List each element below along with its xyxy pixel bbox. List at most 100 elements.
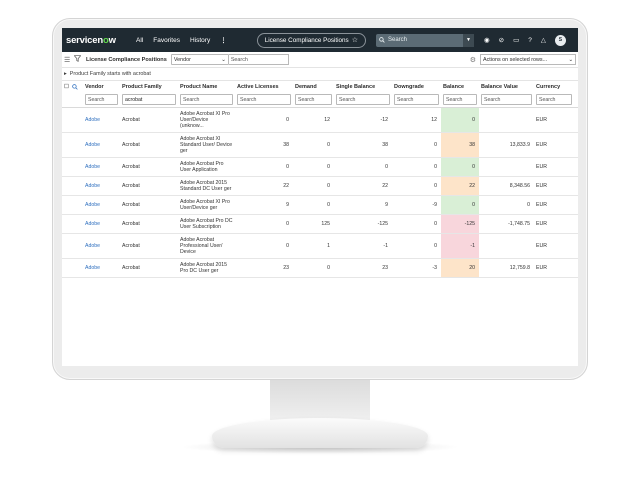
bell-icon[interactable]: △: [541, 36, 546, 44]
row-product-name: Adobe Acrobat XI Pro User/Device (unknow…: [180, 111, 230, 129]
row-vendor-link[interactable]: Adobe: [83, 180, 120, 192]
row-vendor-link[interactable]: Adobe: [83, 240, 120, 252]
filter-name-input[interactable]: Search: [180, 94, 233, 105]
compliance-table: ☐ Vendor Product Family Product Name Act…: [62, 81, 578, 278]
field-select[interactable]: Vendor ⌄: [170, 54, 229, 65]
globe-icon[interactable]: ◉: [484, 36, 490, 44]
avatar[interactable]: S: [554, 34, 566, 46]
table-row[interactable]: Adobe Acrobat Adobe Acrobat Professional U…: [62, 234, 578, 259]
row-single-balance: -12: [380, 117, 389, 123]
column-header-vendor[interactable]: Vendor: [83, 84, 120, 90]
row-product-family: Acrobat: [122, 243, 140, 249]
row-product-family: Acrobat: [122, 142, 140, 148]
nav-history[interactable]: History: [190, 37, 210, 44]
servicenow-logo[interactable]: servicenow: [62, 35, 136, 46]
row-balance-value: 0: [527, 202, 530, 208]
filter-downgrade-input[interactable]: Search: [394, 94, 439, 105]
page-title-pill[interactable]: License Compliance Positions ☆: [256, 32, 366, 48]
nav-all[interactable]: All: [136, 37, 143, 44]
row-single-balance: 0: [385, 164, 388, 170]
column-header-product-family[interactable]: Product Family: [120, 84, 178, 90]
row-product-name: Adobe Acrobat 2015 Standard DC User ger: [180, 180, 232, 192]
row-balance-value: [479, 164, 534, 170]
chat-icon[interactable]: ▭: [513, 36, 519, 44]
row-vendor-link[interactable]: Adobe: [83, 218, 120, 230]
filter-balance-input[interactable]: Search: [443, 94, 477, 105]
row-single-balance: 23: [382, 265, 388, 271]
table-row[interactable]: Adobe Acrobat Adobe Acrobat Pro DC User Su…: [62, 215, 578, 234]
list-toolbar: ☰ License Compliance Positions Vendor ⌄ …: [62, 52, 578, 68]
column-header-downgrade[interactable]: Downgrade: [392, 84, 441, 90]
link-icon[interactable]: ⊘: [499, 36, 504, 44]
row-active-licenses: 9: [286, 202, 289, 208]
funnel-icon[interactable]: [73, 55, 86, 64]
filter-single-input[interactable]: Search: [336, 94, 390, 105]
header-tools: ☐: [62, 84, 83, 90]
breadcrumb-filter[interactable]: Product Family starts with acrobat: [70, 71, 151, 77]
top-icon-group: ◉ ⊘ ▭ ? △ S: [484, 34, 566, 46]
row-active-licenses: 0: [286, 243, 289, 249]
column-header-single-balance[interactable]: Single Balance: [334, 84, 392, 90]
row-balance: 0: [441, 196, 479, 214]
row-vendor-link[interactable]: Adobe: [83, 262, 120, 274]
column-header-demand[interactable]: Demand: [293, 84, 334, 90]
filter-family-input[interactable]: acrobat: [122, 94, 176, 105]
column-header-active-licenses[interactable]: Active Licenses: [235, 84, 293, 90]
row-active-licenses: 38: [283, 142, 289, 148]
row-balance: 38: [441, 133, 479, 157]
row-product-name: Adobe Acrobat XI Standard User/ Device g…: [180, 136, 233, 154]
actions-select[interactable]: Actions on selected rows... ⌄: [480, 54, 576, 65]
row-balance-value: [479, 117, 534, 123]
row-demand: 0: [327, 142, 330, 148]
table-row[interactable]: Adobe Acrobat Adobe Acrobat Pro User Appli…: [62, 158, 578, 177]
column-header-product-name[interactable]: Product Name: [178, 84, 235, 90]
row-active-licenses: 0: [286, 117, 289, 123]
filter-active-input[interactable]: Search: [237, 94, 291, 105]
table-row[interactable]: Adobe Acrobat Adobe Acrobat XI Pro User/De…: [62, 108, 578, 133]
row-active-licenses: 22: [283, 183, 289, 189]
row-vendor-link[interactable]: Adobe: [83, 199, 120, 211]
column-header-balance-value[interactable]: Balance Value: [479, 84, 534, 90]
filter-vendor-input[interactable]: Search: [85, 94, 118, 105]
row-product-name: Adobe Acrobat Professional User/ Device: [180, 237, 223, 255]
table-header-row: ☐ Vendor Product Family Product Name Act…: [62, 81, 578, 92]
filter-currency-input[interactable]: Search: [536, 94, 572, 105]
table-row[interactable]: Adobe Acrobat Adobe Acrobat 2015 Pro DC Us…: [62, 259, 578, 278]
row-currency: EUR: [536, 164, 547, 170]
table-row[interactable]: Adobe Acrobat Adobe Acrobat 2015 Standard …: [62, 177, 578, 196]
row-currency: EUR: [536, 142, 547, 148]
row-single-balance: -125: [377, 221, 388, 227]
filter-demand-input[interactable]: Search: [295, 94, 332, 105]
row-demand: 0: [327, 202, 330, 208]
column-header-balance[interactable]: Balance: [441, 84, 479, 90]
global-search-input[interactable]: Search: [388, 37, 460, 43]
row-vendor-link[interactable]: Adobe: [83, 114, 120, 126]
row-product-family: Acrobat: [122, 221, 140, 227]
row-demand: 0: [327, 183, 330, 189]
list-search-input[interactable]: Search: [228, 54, 289, 65]
row-single-balance: 22: [382, 183, 388, 189]
nav-more-icon[interactable]: ⋮: [220, 36, 227, 44]
actions-select-value: Actions on selected rows...: [483, 56, 548, 63]
global-search[interactable]: Search ▼: [376, 33, 474, 47]
filter-balance-value-input[interactable]: Search: [481, 94, 532, 105]
help-icon[interactable]: ?: [528, 37, 532, 44]
table-row[interactable]: Adobe Acrobat Adobe Acrobat XI Standard Us…: [62, 133, 578, 158]
breadcrumb[interactable]: ▸ Product Family starts with acrobat: [62, 68, 578, 81]
gear-icon[interactable]: ⚙: [470, 56, 476, 64]
nav-favorites[interactable]: Favorites: [153, 37, 180, 44]
table-row[interactable]: Adobe Acrobat Adobe Acrobat XI Pro User/De…: [62, 196, 578, 215]
row-vendor-link[interactable]: Adobe: [83, 161, 120, 173]
row-balance: -1: [441, 234, 479, 258]
hamburger-icon[interactable]: ☰: [64, 56, 74, 64]
row-product-name: Adobe Acrobat Pro User Application: [180, 161, 224, 173]
chevron-down-icon[interactable]: ▼: [463, 33, 474, 47]
search-icon[interactable]: [72, 83, 78, 90]
row-product-name: Adobe Acrobat XI Pro User/Device ger: [180, 199, 230, 211]
settings-icon[interactable]: ☐: [64, 84, 69, 90]
row-vendor-link[interactable]: Adobe: [83, 139, 120, 151]
top-navigation: servicenow All Favorites History ⋮ Licen…: [62, 28, 578, 52]
row-balance: -125: [441, 215, 479, 233]
star-icon[interactable]: ☆: [352, 36, 358, 44]
column-header-currency[interactable]: Currency: [534, 84, 574, 90]
